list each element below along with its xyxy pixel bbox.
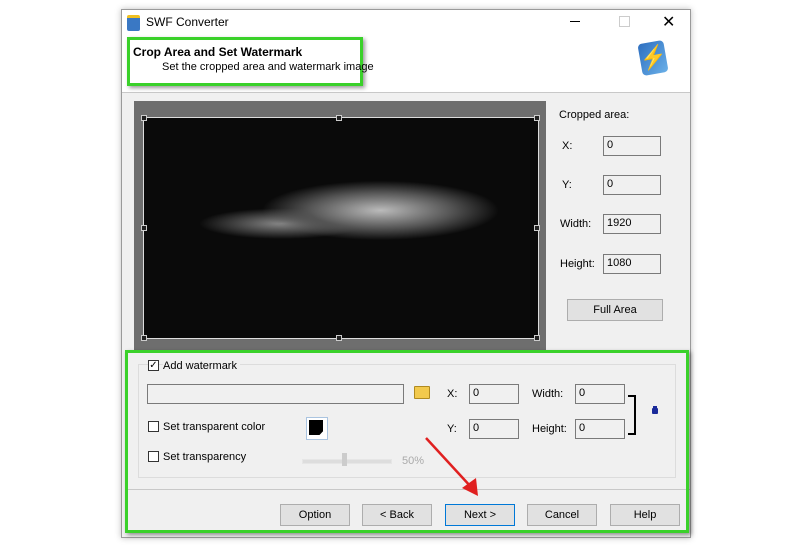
crop-handle[interactable] [336, 335, 342, 341]
wizard-header: Crop Area and Set Watermark Set the crop… [122, 34, 690, 93]
crop-preview-image[interactable] [143, 117, 539, 339]
red-arrow-annotation [425, 437, 478, 496]
cropped-area-label: Cropped area: [559, 109, 630, 121]
page-title: Crop Area and Set Watermark [133, 45, 303, 59]
maximize-button[interactable] [619, 16, 630, 27]
watermark-highlight [125, 350, 689, 533]
crop-handle[interactable] [141, 225, 147, 231]
crop-handle[interactable] [336, 115, 342, 121]
crop-x-label: X: [562, 140, 573, 152]
app-icon [127, 15, 140, 31]
converter-logo-icon: ⚡ [637, 39, 669, 77]
crop-preview-frame [134, 101, 546, 350]
minimize-button[interactable] [570, 21, 580, 22]
crop-handle[interactable] [534, 225, 540, 231]
crop-height-input[interactable]: 1080 [603, 254, 661, 274]
full-area-button[interactable]: Full Area [567, 299, 663, 321]
crop-width-input[interactable]: 1920 [603, 214, 661, 234]
crop-handle[interactable] [534, 335, 540, 341]
crop-height-label: Height: [560, 258, 595, 270]
page-subtitle: Set the cropped area and watermark image [162, 61, 374, 73]
crop-x-input[interactable]: 0 [603, 136, 661, 156]
crop-handle[interactable] [141, 335, 147, 341]
crop-width-label: Width: [560, 218, 592, 230]
crop-y-input[interactable]: 0 [603, 175, 661, 195]
title-bar: SWF Converter ✕ [122, 10, 690, 34]
crop-handle[interactable] [534, 115, 540, 121]
crop-handle[interactable] [141, 115, 147, 121]
window-title: SWF Converter [146, 15, 229, 29]
crop-y-label: Y: [562, 179, 572, 191]
close-button[interactable]: ✕ [662, 12, 675, 32]
